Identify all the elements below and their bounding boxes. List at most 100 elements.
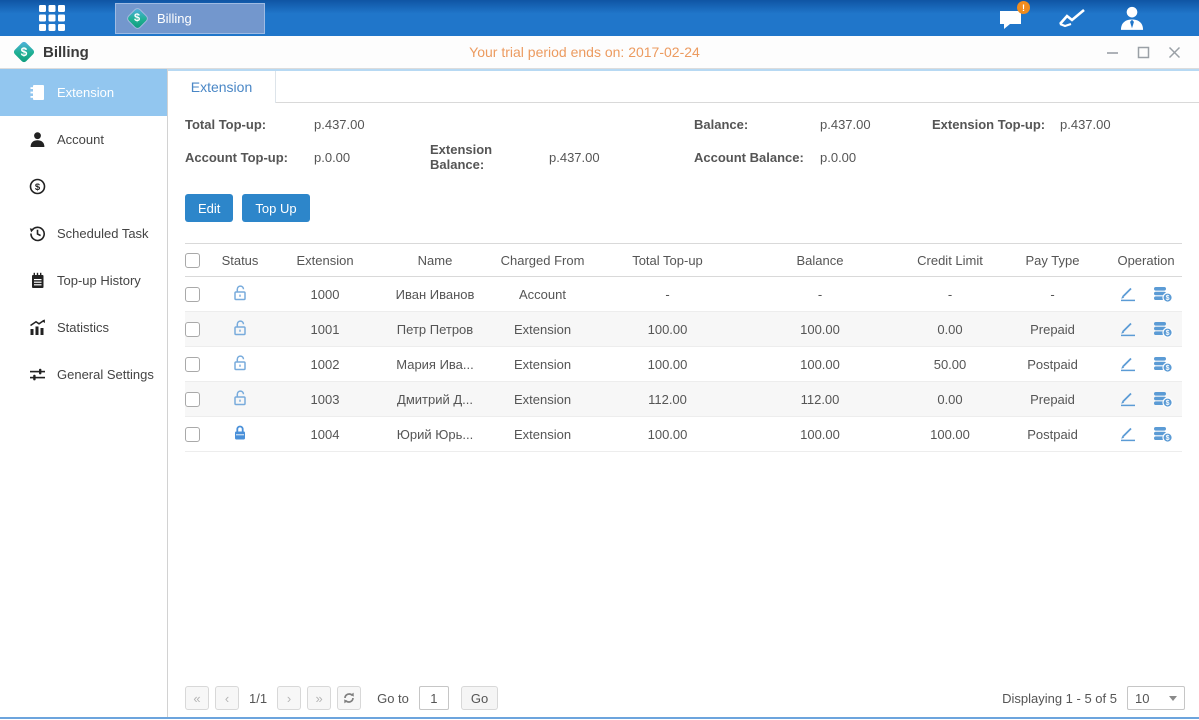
user-account-icon[interactable] bbox=[1117, 3, 1147, 33]
topup-row-icon[interactable]: $ bbox=[1153, 426, 1173, 443]
row-checkbox[interactable] bbox=[185, 322, 200, 337]
close-button[interactable] bbox=[1168, 46, 1181, 59]
sidebar: Extension Account $ bbox=[0, 69, 168, 717]
sidebar-item-rate[interactable]: $ Rate bbox=[0, 163, 167, 210]
cell-credit-limit: - bbox=[905, 277, 995, 312]
edit-row-icon[interactable] bbox=[1119, 321, 1137, 337]
last-page-button[interactable]: » bbox=[307, 686, 331, 710]
minimize-button[interactable] bbox=[1106, 46, 1119, 59]
billing-app-window: $ Billing ! bbox=[0, 0, 1199, 720]
cell-balance: 112.00 bbox=[735, 382, 905, 417]
cell-balance: 100.00 bbox=[735, 347, 905, 382]
balance-label: Balance: bbox=[694, 117, 820, 132]
messages-icon[interactable]: ! bbox=[997, 3, 1027, 33]
svg-text:$: $ bbox=[34, 182, 40, 193]
cell-extension: 1004 bbox=[265, 417, 385, 452]
first-page-button[interactable]: « bbox=[185, 686, 209, 710]
page-size-value: 10 bbox=[1135, 691, 1149, 706]
prev-page-button[interactable]: ‹ bbox=[215, 686, 239, 710]
topup-button[interactable]: Top Up bbox=[242, 194, 309, 222]
sidebar-item-topup-history[interactable]: Top-up History bbox=[0, 257, 167, 304]
bar-chart-icon bbox=[28, 319, 46, 336]
edit-row-icon[interactable] bbox=[1119, 286, 1137, 302]
notepad-icon bbox=[28, 272, 46, 289]
cell-balance: 100.00 bbox=[735, 312, 905, 347]
cell-total-topup: 100.00 bbox=[600, 417, 735, 452]
sidebar-item-label: General Settings bbox=[57, 367, 154, 382]
goto-page-input[interactable] bbox=[419, 686, 449, 710]
notification-badge: ! bbox=[1017, 1, 1030, 14]
window-titlebar: $ Billing Your trial period ends on: 201… bbox=[0, 36, 1199, 69]
navbar-tab-billing[interactable]: $ Billing bbox=[115, 3, 265, 34]
row-checkbox[interactable] bbox=[185, 287, 200, 302]
balance-summary: Total Top-up: p.437.00 Balance: p.437.00… bbox=[185, 117, 1199, 172]
cell-pay-type: Postpaid bbox=[995, 347, 1110, 382]
edit-button[interactable]: Edit bbox=[185, 194, 233, 222]
tab-strip: Extension bbox=[168, 69, 1199, 103]
row-checkbox[interactable] bbox=[185, 392, 200, 407]
ledger-icon bbox=[28, 84, 46, 101]
cell-credit-limit: 0.00 bbox=[905, 312, 995, 347]
maximize-icon bbox=[1137, 46, 1150, 59]
col-pay-type: Pay Type bbox=[995, 244, 1110, 277]
page-indicator: 1/1 bbox=[249, 691, 267, 706]
extension-topup-value: p.437.00 bbox=[1060, 117, 1199, 132]
row-checkbox[interactable] bbox=[185, 427, 200, 442]
lock-open-icon bbox=[232, 319, 248, 336]
extensions-table: Status Extension Name Charged From Total… bbox=[185, 243, 1182, 452]
svg-text:$: $ bbox=[1166, 400, 1170, 407]
cell-name: Дмитрий Д... bbox=[385, 382, 485, 417]
goto-label: Go to bbox=[377, 691, 409, 706]
edit-row-icon[interactable] bbox=[1119, 391, 1137, 407]
extension-balance-label: Extension Balance: bbox=[430, 142, 549, 172]
topup-row-icon[interactable]: $ bbox=[1153, 286, 1173, 303]
top-navbar: $ Billing ! bbox=[0, 0, 1199, 36]
cell-credit-limit: 100.00 bbox=[905, 417, 995, 452]
tab-extension[interactable]: Extension bbox=[168, 71, 276, 103]
row-checkbox[interactable] bbox=[185, 357, 200, 372]
topup-row-icon[interactable]: $ bbox=[1153, 391, 1173, 408]
billing-window-icon: $ bbox=[12, 40, 36, 64]
edit-row-icon[interactable] bbox=[1119, 426, 1137, 442]
close-icon bbox=[1168, 46, 1181, 59]
app-launcher-button[interactable] bbox=[34, 0, 70, 36]
statistics-chart-icon[interactable] bbox=[1057, 3, 1087, 33]
balance-value: p.437.00 bbox=[820, 117, 932, 132]
account-balance-value: p.0.00 bbox=[820, 150, 932, 165]
page-size-select[interactable]: 10 bbox=[1127, 686, 1185, 710]
col-status: Status bbox=[215, 244, 265, 277]
next-page-button[interactable]: › bbox=[277, 686, 301, 710]
col-extension: Extension bbox=[265, 244, 385, 277]
table-row: 1000 Иван Иванов Account - - - - $ bbox=[185, 277, 1182, 312]
col-credit-limit: Credit Limit bbox=[905, 244, 995, 277]
cell-pay-type: Prepaid bbox=[995, 382, 1110, 417]
sliders-icon bbox=[28, 366, 46, 383]
sidebar-item-extension[interactable]: Extension bbox=[0, 69, 167, 116]
sidebar-item-scheduled-task[interactable]: Scheduled Task bbox=[0, 210, 167, 257]
main-content: Extension Total Top-up: p.437.00 Balance… bbox=[168, 69, 1199, 717]
billing-diamond-icon: $ bbox=[126, 7, 148, 29]
refresh-button[interactable] bbox=[337, 686, 361, 710]
cell-charged-from: Extension bbox=[485, 417, 600, 452]
svg-text:$: $ bbox=[1166, 330, 1170, 337]
edit-row-icon[interactable] bbox=[1119, 356, 1137, 372]
sidebar-item-label: Scheduled Task bbox=[57, 226, 149, 241]
displaying-count: Displaying 1 - 5 of 5 bbox=[1002, 691, 1117, 706]
topup-row-icon[interactable]: $ bbox=[1153, 321, 1173, 338]
sidebar-item-general-settings[interactable]: General Settings bbox=[0, 351, 167, 398]
svg-text:$: $ bbox=[1166, 435, 1170, 442]
lock-open-icon bbox=[232, 284, 248, 301]
select-all-checkbox[interactable] bbox=[185, 253, 200, 268]
total-topup-value: p.437.00 bbox=[314, 117, 430, 132]
cell-charged-from: Extension bbox=[485, 312, 600, 347]
svg-text:$: $ bbox=[1166, 365, 1170, 372]
line-chart-icon bbox=[1058, 7, 1086, 29]
sidebar-item-statistics[interactable]: Statistics bbox=[0, 304, 167, 351]
window-controls bbox=[1106, 46, 1199, 59]
cell-pay-type: Postpaid bbox=[995, 417, 1110, 452]
topup-row-icon[interactable]: $ bbox=[1153, 356, 1173, 373]
go-button[interactable]: Go bbox=[461, 686, 498, 710]
maximize-button[interactable] bbox=[1137, 46, 1150, 59]
sidebar-item-account[interactable]: Account bbox=[0, 116, 167, 163]
toolbar: Edit Top Up bbox=[185, 194, 1199, 222]
